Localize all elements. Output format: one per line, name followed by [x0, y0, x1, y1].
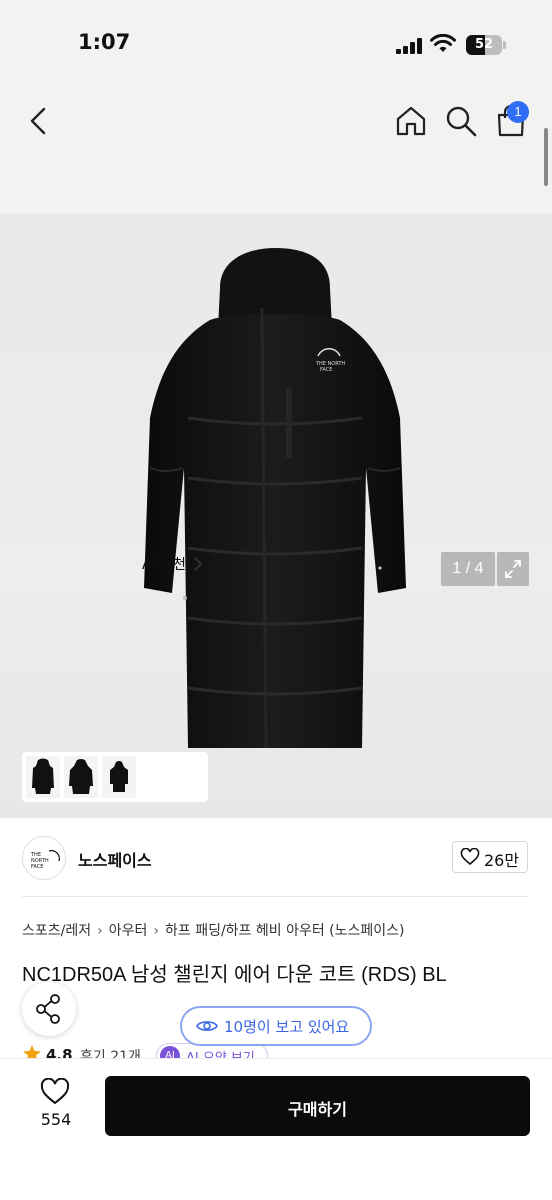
divider	[22, 896, 528, 897]
share-button[interactable]	[22, 982, 76, 1036]
viewers-label: 10명이 보고 있어요	[224, 1018, 350, 1036]
chevron-right-icon[interactable]	[192, 556, 204, 572]
brand-logo[interactable]: THE NORTH FACE	[22, 836, 66, 880]
breadcrumb-separator: ›	[97, 923, 103, 939]
product-image-down-coat: THE NORTH FACE	[144, 248, 406, 749]
thumbnail-1[interactable]	[26, 756, 60, 798]
svg-text:FACE: FACE	[31, 864, 43, 870]
breadcrumb-item[interactable]: 아우터	[109, 923, 148, 939]
product-image-gallery[interactable]: THE NORTH FACE	[0, 214, 552, 818]
heart-icon[interactable]	[40, 1078, 70, 1106]
battery-cap	[503, 41, 506, 49]
home-icon[interactable]	[394, 104, 428, 138]
heart-icon	[460, 848, 480, 866]
share-icon	[36, 994, 60, 1024]
expand-icon	[505, 560, 521, 578]
wifi-icon	[430, 34, 456, 52]
search-icon[interactable]	[444, 104, 478, 138]
cart-count-badge: 1	[507, 101, 529, 123]
ai-recommend-label[interactable]: AI 추천	[142, 554, 186, 574]
expand-button[interactable]	[497, 552, 529, 586]
brand-name[interactable]: 노스페이스	[78, 847, 152, 871]
wishlist-count: 554	[40, 1110, 72, 1129]
thumbnail-3[interactable]	[102, 756, 136, 798]
breadcrumb-separator: ›	[153, 923, 159, 939]
brand-like-count: 26만	[484, 851, 520, 870]
svg-text:FACE: FACE	[320, 367, 332, 373]
cellular-signal-icon	[396, 38, 422, 54]
battery-icon: 52	[466, 35, 502, 55]
buy-button-label[interactable]: 구매하기	[105, 1096, 530, 1120]
status-time: 1:07	[78, 30, 131, 54]
back-arrow-icon[interactable]	[24, 106, 54, 136]
thumbnail-strip[interactable]	[22, 752, 208, 802]
breadcrumb-item[interactable]: 스포츠/레저	[22, 923, 91, 939]
battery-percent: 52	[474, 37, 494, 52]
breadcrumb-item[interactable]: 하프 패딩/하프 헤비 아우터 (노스페이스)	[165, 923, 405, 939]
scroll-indicator	[544, 128, 548, 186]
image-counter: 1 / 4	[441, 552, 495, 586]
product-title: NC1DR50A 남성 챌린지 에어 다운 코트 (RDS) BL	[22, 964, 447, 986]
eye-icon	[196, 1021, 218, 1031]
breadcrumb: 스포츠/레저 › 아우터 › 하프 패딩/하프 헤비 아우터 (노스페이스)	[22, 920, 405, 940]
thumbnail-2[interactable]	[64, 756, 98, 798]
